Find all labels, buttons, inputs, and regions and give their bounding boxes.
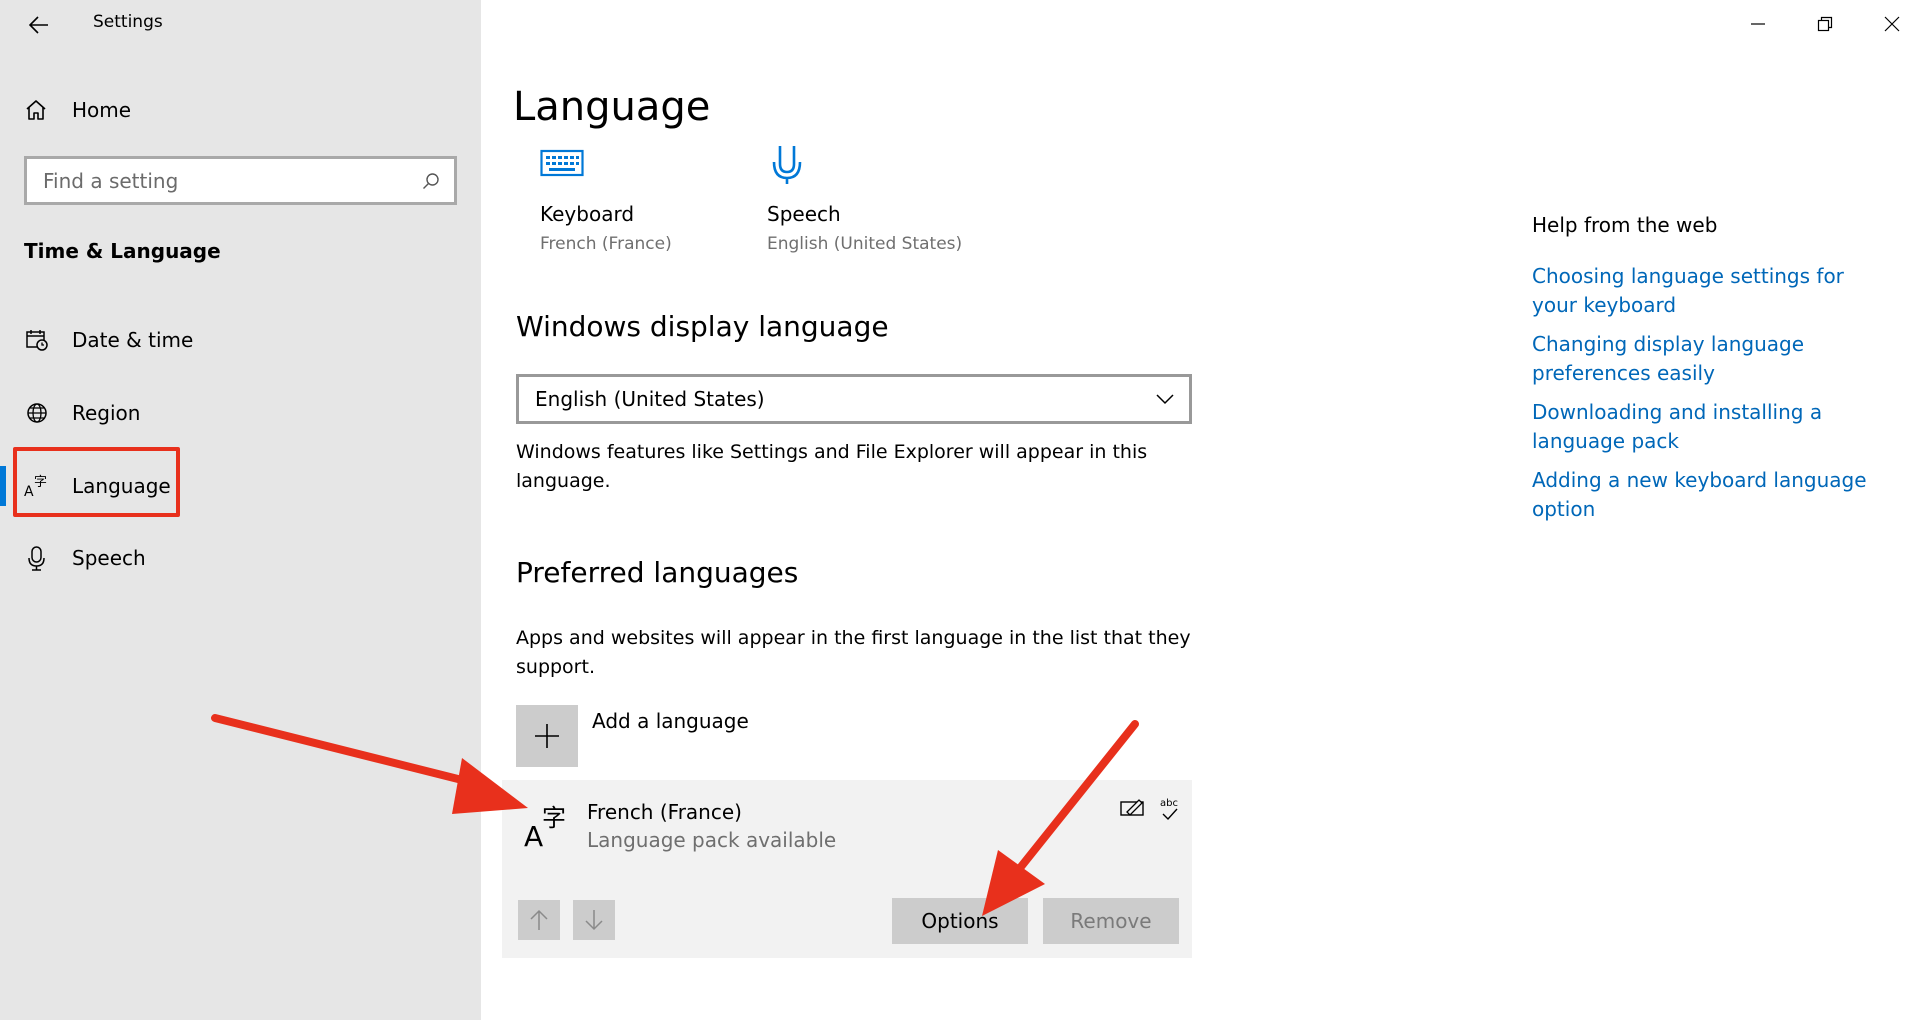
- restore-button[interactable]: [1795, 0, 1855, 48]
- help-link-display-language[interactable]: Changing display language preferences ea…: [1532, 330, 1892, 388]
- home-icon: [26, 100, 46, 120]
- remove-button[interactable]: Remove: [1043, 898, 1179, 944]
- add-language-button[interactable]: Add a language: [516, 705, 749, 767]
- quick-link-title: Speech: [767, 202, 841, 226]
- minimize-icon: [1751, 23, 1765, 25]
- nav-home-label: Home: [72, 98, 132, 122]
- search-icon[interactable]: [422, 172, 440, 190]
- sidebar-item-region[interactable]: Region: [24, 393, 140, 433]
- back-arrow-icon: [29, 16, 48, 34]
- move-down-button[interactable]: [573, 900, 615, 940]
- calendar-clock-icon: [24, 327, 50, 353]
- help-link-language-pack[interactable]: Downloading and installing a language pa…: [1532, 398, 1892, 456]
- spellcheck-label: abc: [1160, 798, 1178, 809]
- quick-link-subtitle: French (France): [540, 234, 672, 254]
- section-heading: Time & Language: [24, 239, 221, 263]
- close-button[interactable]: [1862, 0, 1920, 48]
- sidebar-item-speech[interactable]: Speech: [24, 538, 146, 578]
- plus-icon: [516, 705, 578, 767]
- language-item-french-france[interactable]: A字 French (France) Language pack availab…: [502, 780, 1192, 958]
- spellcheck-icon: abc: [1157, 796, 1183, 830]
- quick-link-subtitle: English (United States): [767, 234, 963, 254]
- nav-home[interactable]: Home: [24, 94, 131, 126]
- selection-indicator: [0, 466, 6, 506]
- chevron-down-icon: [1156, 394, 1174, 405]
- sidebar-item-label: Date & time: [72, 328, 194, 352]
- search-box[interactable]: [24, 156, 457, 205]
- help-link-keyboard-language[interactable]: Adding a new keyboard language option: [1532, 466, 1892, 524]
- globe-icon: [24, 400, 50, 426]
- keyboard-icon: [540, 138, 672, 190]
- back-button[interactable]: [24, 10, 54, 40]
- language-status: Language pack available: [587, 828, 837, 852]
- sidebar-item-date-time[interactable]: Date & time: [24, 320, 193, 360]
- display-language-dropdown[interactable]: English (United States): [516, 374, 1192, 424]
- quick-link-keyboard[interactable]: Keyboard French (France): [540, 138, 672, 254]
- quick-link-title: Keyboard: [540, 202, 635, 226]
- svg-text:字: 字: [542, 804, 566, 832]
- handwriting-icon: [1120, 796, 1146, 822]
- restore-icon: [1817, 16, 1833, 32]
- svg-text:A: A: [524, 820, 543, 850]
- arrow-down-icon: [585, 910, 603, 931]
- minimize-button[interactable]: [1728, 0, 1788, 48]
- page-title: Language: [513, 84, 711, 130]
- display-language-description: Windows features like Settings and File …: [516, 441, 1148, 492]
- close-icon: [1884, 16, 1900, 32]
- app-title: Settings: [93, 12, 163, 32]
- move-up-button[interactable]: [518, 900, 560, 940]
- search-input[interactable]: [43, 168, 422, 193]
- sidebar-item-label: Region: [72, 401, 141, 425]
- preferred-languages-heading: Preferred languages: [516, 556, 799, 589]
- display-language-heading: Windows display language: [516, 310, 889, 343]
- help-link-keyboard-settings[interactable]: Choosing language settings for your keyb…: [1532, 262, 1892, 320]
- help-title: Help from the web: [1532, 213, 1718, 237]
- help-links: Choosing language settings for your keyb…: [1532, 262, 1892, 534]
- options-button[interactable]: Options: [892, 898, 1028, 944]
- quick-link-speech[interactable]: Speech English (United States): [767, 138, 962, 254]
- language-name: French (France): [587, 800, 742, 824]
- speech-microphone-icon: [767, 138, 962, 190]
- language-icon: A字: [524, 802, 572, 854]
- sidebar: Settings Home Time & Language Date & tim…: [0, 0, 481, 1020]
- add-language-label: Add a language: [592, 709, 749, 733]
- preferred-languages-description: Apps and websites will appear in the fir…: [516, 627, 1191, 678]
- dropdown-value: English (United States): [535, 387, 765, 411]
- annotation-highlight-box: [13, 447, 180, 517]
- microphone-icon: [24, 545, 50, 571]
- sidebar-item-label: Speech: [72, 546, 146, 570]
- arrow-up-icon: [530, 909, 548, 930]
